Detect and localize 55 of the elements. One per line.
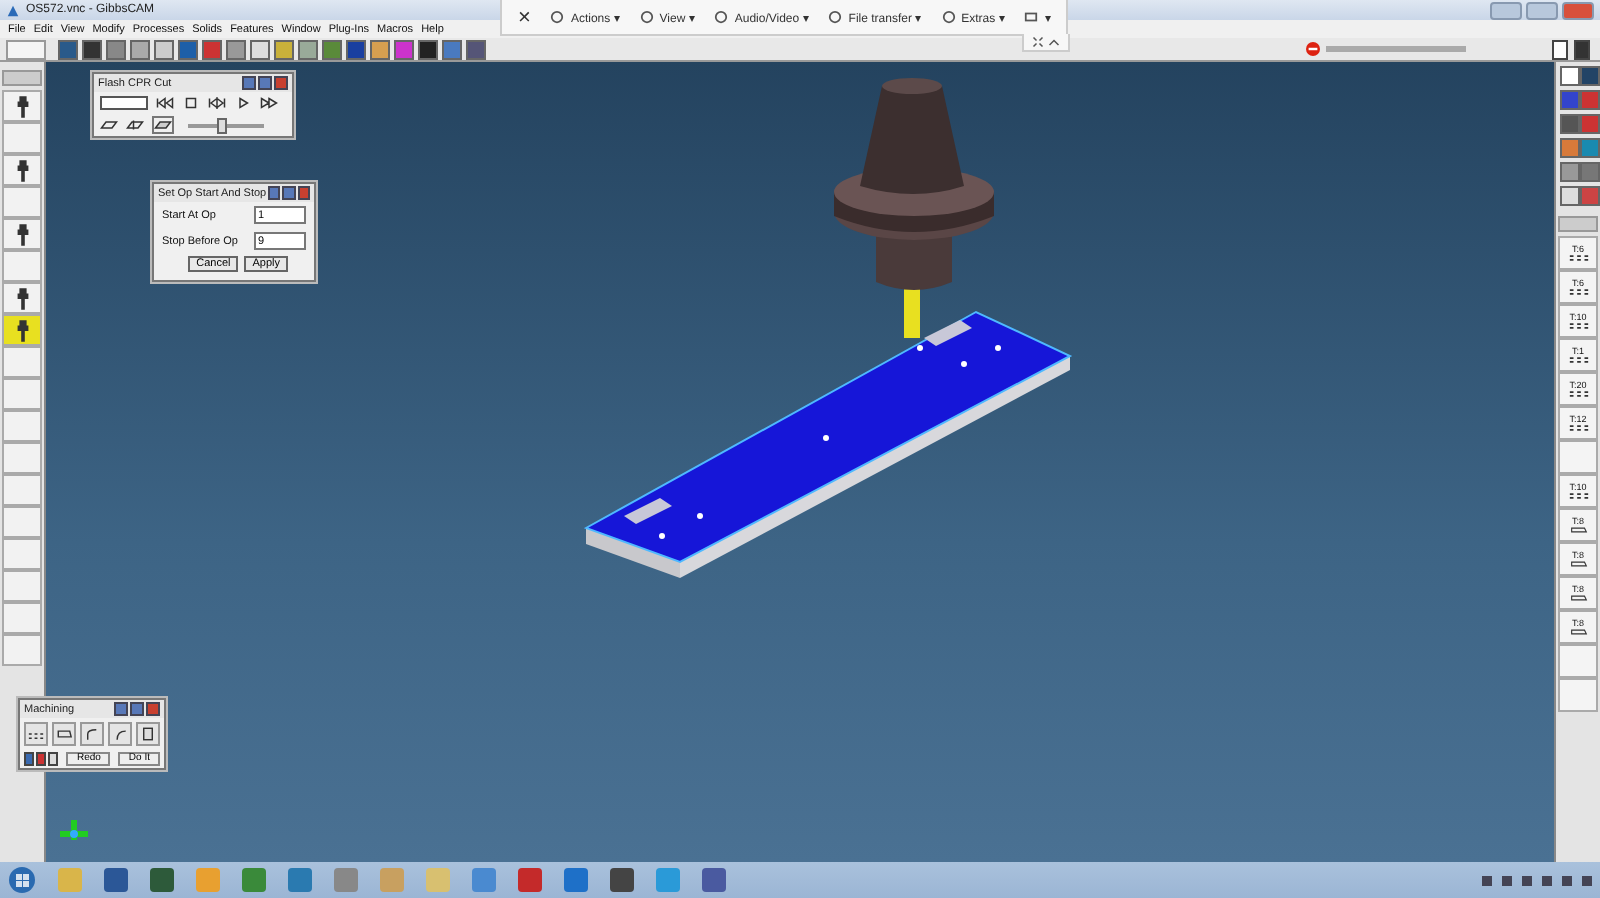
drill-pattern-icon [1567,424,1589,432]
contour-icon [1567,628,1589,636]
drill-pattern-icon [1567,254,1589,262]
thread-process-icon[interactable] [136,722,160,746]
tool-slot[interactable] [2,282,42,314]
contour-icon [1567,594,1589,602]
tool-slot[interactable] [2,314,42,346]
drill-pattern-icon [1567,492,1589,500]
hole-process-icon[interactable] [24,722,48,746]
pin-button[interactable] [268,186,281,200]
rewind-icon[interactable] [156,96,174,110]
close-button[interactable] [1562,1,1594,19]
slider-thumb[interactable] [217,117,228,133]
progress-track [1326,46,1466,52]
tool-slot[interactable] [2,154,42,186]
fast-forward-icon[interactable] [260,96,278,110]
menu-item-icon [714,10,729,24]
drill-pattern-icon [1567,390,1589,398]
maximize-button[interactable] [1526,1,1558,19]
cut-part-icon[interactable] [152,116,174,134]
menu-item-icon [550,10,565,24]
part-icon[interactable] [100,118,118,132]
document-icon[interactable] [1552,39,1568,59]
minimize-button[interactable] [130,702,144,716]
stop-sign-icon [1306,42,1320,56]
drill-pattern-icon [1567,322,1589,330]
minimize-button[interactable] [258,76,272,90]
close-button[interactable] [297,186,311,200]
contour-icon [1567,560,1589,568]
play-icon[interactable] [234,96,252,110]
drill-pattern-icon [1567,356,1589,364]
stop-icon[interactable] [182,96,200,110]
curve-process-icon[interactable] [108,722,132,746]
minimize-button[interactable] [1490,1,1522,19]
tool-path-icon[interactable] [126,118,144,132]
collapse-icon[interactable] [1048,36,1060,48]
close-button[interactable]: × [518,5,531,29]
pocket-process-icon[interactable] [80,722,104,746]
start-button[interactable] [8,866,36,894]
window-icon [1024,10,1039,24]
contour-process-icon[interactable] [52,722,76,746]
menu-item-icon [828,10,843,24]
drill-pattern-icon [1567,288,1589,296]
fit-screen-icon[interactable] [1032,36,1044,48]
axis-triad-icon [54,816,94,844]
op-number-field[interactable] [100,96,148,110]
tool-slot[interactable] [2,90,42,122]
documents-icon[interactable] [1574,39,1590,59]
tool-slot[interactable] [2,218,42,250]
taskbar-app-icon[interactable] [610,868,634,892]
step-icon[interactable] [208,96,226,110]
menu-item-icon [941,10,956,24]
contour-icon [1567,526,1589,534]
toolbar-tab[interactable] [6,39,46,59]
menu-item-icon [639,10,654,24]
